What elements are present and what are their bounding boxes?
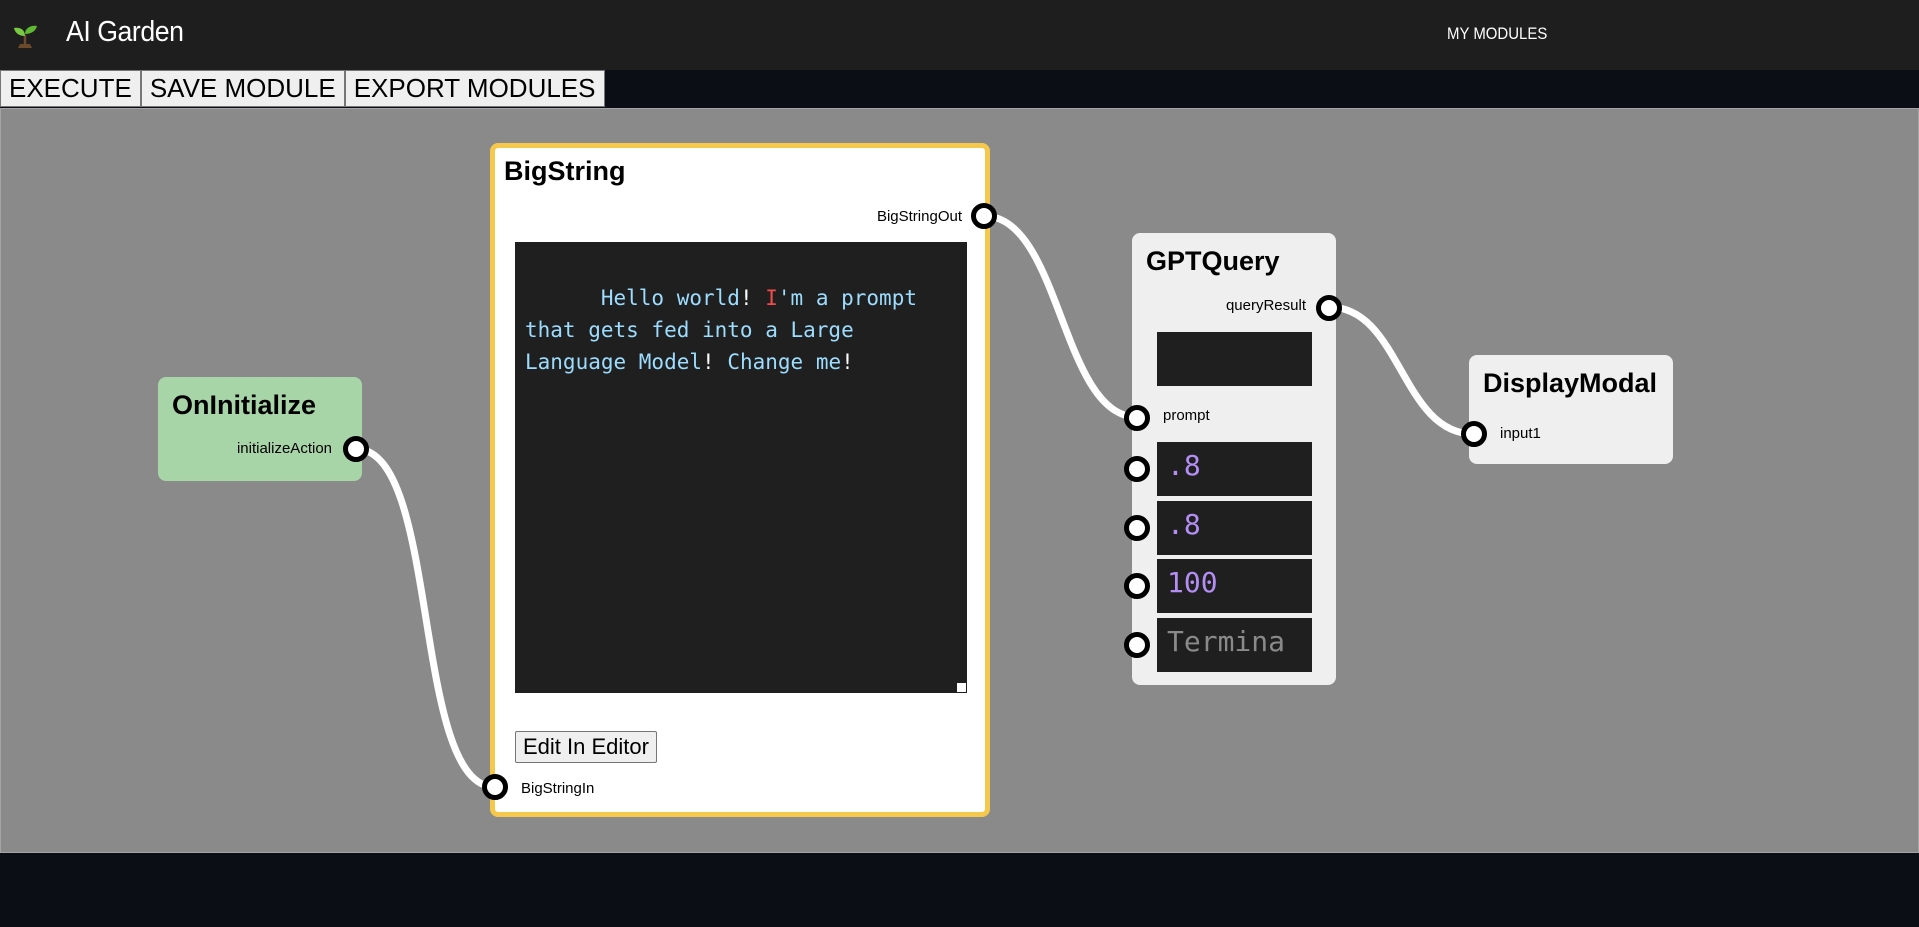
save-module-button[interactable]: SAVE MODULE xyxy=(140,70,345,107)
temperature-field[interactable]: .8 xyxy=(1157,442,1312,496)
port-prompt[interactable] xyxy=(1124,405,1150,431)
stop-sequence-field[interactable]: Termina xyxy=(1157,618,1312,672)
port-label-initialize-action: initializeAction xyxy=(236,440,332,457)
node-on-initialize[interactable]: OnInitialize initializeAction xyxy=(158,377,362,481)
edit-in-editor-button[interactable]: Edit In Editor xyxy=(515,731,657,763)
port-bigstring-in[interactable] xyxy=(482,774,508,800)
port-label-bigstring-in: BigStringIn xyxy=(521,780,595,797)
resize-handle[interactable] xyxy=(957,683,966,692)
port-temperature[interactable] xyxy=(1124,456,1150,482)
port-query-result[interactable] xyxy=(1316,295,1342,321)
sprout-icon[interactable] xyxy=(11,22,39,50)
port-label-query-result: queryResult xyxy=(1225,297,1306,314)
node-title: GPTQuery xyxy=(1146,246,1280,276)
port-bigstring-out[interactable] xyxy=(971,203,997,229)
prompt-text: Hello world! I'm a prompt that gets fed … xyxy=(525,286,930,374)
port-input1[interactable] xyxy=(1461,421,1487,447)
node-gpt-query[interactable]: GPTQuery queryResult prompt .8 .8 100 Te… xyxy=(1132,233,1336,685)
port-stop-sequence[interactable] xyxy=(1124,632,1150,658)
app-title[interactable]: AI Garden xyxy=(66,16,184,49)
export-modules-button[interactable]: EXPORT MODULES xyxy=(344,70,605,107)
wire-queryresult-to-display xyxy=(1328,303,1475,438)
node-canvas[interactable]: OnInitialize initializeAction BigString … xyxy=(0,108,1919,853)
wire-bigstring-to-prompt xyxy=(983,212,1138,421)
port-initialize-action[interactable] xyxy=(343,436,369,462)
port-top-p[interactable] xyxy=(1124,515,1150,541)
port-label-bigstring-out: BigStringOut xyxy=(876,208,962,225)
node-display-modal[interactable]: DisplayModal input1 xyxy=(1469,355,1673,464)
app-header: AI Garden MY MODULES xyxy=(0,0,1919,70)
max-tokens-field[interactable]: 100 xyxy=(1157,559,1312,613)
port-max-tokens[interactable] xyxy=(1124,573,1150,599)
nav-my-modules[interactable]: MY MODULES xyxy=(1447,24,1547,44)
top-p-field[interactable]: .8 xyxy=(1157,501,1312,555)
port-label-input1: input1 xyxy=(1500,425,1541,442)
node-big-string[interactable]: BigString BigStringOut Hello world! I'm … xyxy=(490,143,990,817)
port-label-prompt: prompt xyxy=(1163,407,1210,424)
output-field[interactable] xyxy=(1157,332,1312,386)
node-title: OnInitialize xyxy=(172,390,317,420)
node-title: BigString xyxy=(504,156,626,186)
execute-button[interactable]: EXECUTE xyxy=(0,70,141,107)
wire-initialize-to-bigstring xyxy=(355,445,496,791)
prompt-text-editor[interactable]: Hello world! I'm a prompt that gets fed … xyxy=(515,242,967,693)
toolbar: EXECUTE SAVE MODULE EXPORT MODULES xyxy=(0,70,605,107)
node-title: DisplayModal xyxy=(1483,368,1658,398)
